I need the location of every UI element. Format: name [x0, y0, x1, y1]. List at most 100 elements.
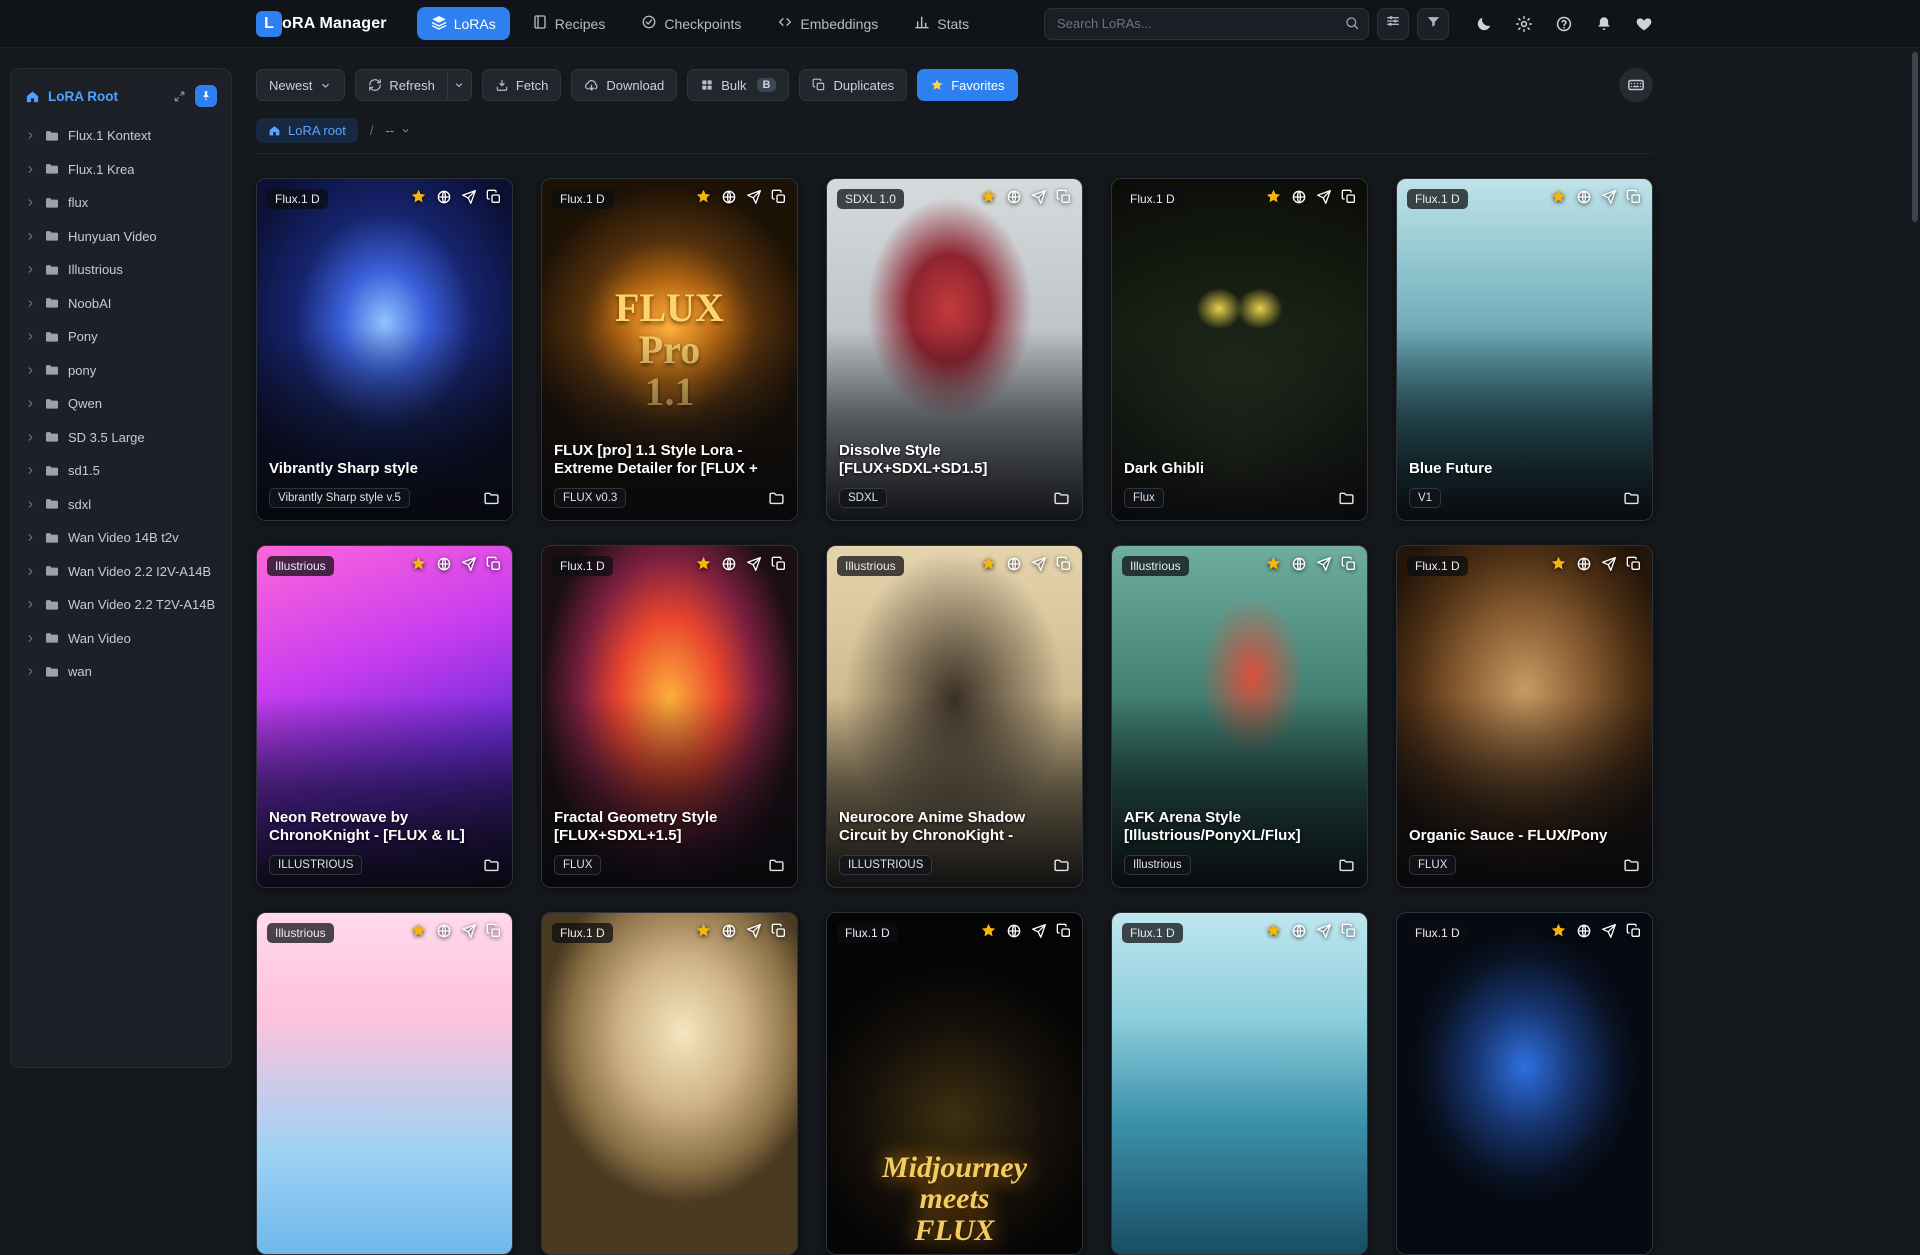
copy-icon[interactable]	[486, 189, 502, 205]
favorite-star-icon[interactable]	[695, 188, 712, 205]
sidebar-folder-item[interactable]: wan	[19, 655, 223, 689]
lora-card[interactable]: FLUX Pro 1.1 Flux.1 D FLUX [pro] 1.1 Sty…	[541, 178, 798, 521]
nav-item-checkpoints[interactable]: Checkpoints	[627, 7, 755, 40]
help-button[interactable]	[1555, 15, 1573, 33]
copy-icon[interactable]	[486, 923, 502, 939]
nav-item-embeddings[interactable]: Embeddings	[763, 7, 892, 40]
sidebar-folder-item[interactable]: Wan Video	[19, 622, 223, 656]
tag-chip[interactable]: Illustrious	[1124, 855, 1191, 875]
globe-icon[interactable]	[1006, 923, 1022, 939]
keyboard-shortcuts-button[interactable]	[1619, 68, 1653, 102]
lora-card[interactable]: Flux.1 D	[1111, 912, 1368, 1255]
favorite-star-icon[interactable]	[410, 555, 427, 572]
breadcrumb-current[interactable]: --	[385, 123, 411, 138]
copy-icon[interactable]	[1056, 556, 1072, 572]
globe-icon[interactable]	[1291, 556, 1307, 572]
expand-tree-button[interactable]	[173, 90, 186, 103]
send-icon[interactable]	[1031, 556, 1047, 572]
lora-card[interactable]: Flux.1 D Vibrantly Sharp style Vibrantly…	[256, 178, 513, 521]
refresh-dropdown-button[interactable]	[447, 69, 472, 101]
tag-chip[interactable]: Vibrantly Sharp style v.5	[269, 488, 410, 508]
globe-icon[interactable]	[1006, 189, 1022, 205]
sidebar-folder-item[interactable]: Wan Video 2.2 T2V-A14B	[19, 588, 223, 622]
globe-icon[interactable]	[1006, 556, 1022, 572]
globe-icon[interactable]	[721, 556, 737, 572]
lora-card[interactable]: SDXL 1.0 Dissolve Style [FLUX+SDXL+SD1.5…	[826, 178, 1083, 521]
send-icon[interactable]	[746, 556, 762, 572]
sort-select[interactable]: Newest	[256, 69, 346, 101]
sidebar-folder-item[interactable]: Qwen	[19, 387, 223, 421]
lora-card[interactable]: Flux.1 D Organic Sauce - FLUX/Pony FLUX	[1396, 545, 1653, 888]
copy-icon[interactable]	[1341, 556, 1357, 572]
send-icon[interactable]	[461, 189, 477, 205]
copy-icon[interactable]	[771, 189, 787, 205]
scrollbar-thumb[interactable]	[1912, 52, 1918, 222]
sidebar-folder-item[interactable]: SD 3.5 Large	[19, 421, 223, 455]
folder-open-icon[interactable]	[1053, 490, 1070, 507]
filter-button[interactable]	[1417, 7, 1449, 40]
copy-icon[interactable]	[771, 556, 787, 572]
fetch-button[interactable]: Fetch	[481, 69, 562, 101]
favorite-star-icon[interactable]	[695, 555, 712, 572]
sidebar-folder-item[interactable]: Hunyuan Video	[19, 220, 223, 254]
send-icon[interactable]	[1031, 189, 1047, 205]
tag-chip[interactable]: FLUX	[554, 855, 602, 875]
sidebar-folder-item[interactable]: Flux.1 Kontext	[19, 119, 223, 153]
settings-button[interactable]	[1515, 15, 1533, 33]
lora-card[interactable]: Flux.1 D Dark Ghibli Flux	[1111, 178, 1368, 521]
copy-icon[interactable]	[771, 923, 787, 939]
favorite-star-icon[interactable]	[1550, 922, 1567, 939]
folder-open-icon[interactable]	[1623, 857, 1640, 874]
favorite-star-icon[interactable]	[980, 188, 997, 205]
folder-open-icon[interactable]	[483, 490, 500, 507]
send-icon[interactable]	[1316, 923, 1332, 939]
folder-open-icon[interactable]	[768, 857, 785, 874]
refresh-button[interactable]: Refresh	[355, 69, 448, 101]
sidebar-folder-item[interactable]: flux	[19, 186, 223, 220]
favorites-filter-button[interactable]: Favorites	[917, 69, 1018, 101]
sidebar-folder-item[interactable]: sd1.5	[19, 454, 223, 488]
favorite-star-icon[interactable]	[980, 922, 997, 939]
tag-chip[interactable]: V1	[1409, 488, 1442, 508]
lora-card[interactable]: Flux.1 D Fractal Geometry Style [FLUX+SD…	[541, 545, 798, 888]
favorite-star-icon[interactable]	[1265, 555, 1282, 572]
nav-item-loras[interactable]: LoRAs	[416, 7, 510, 40]
sidebar-folder-item[interactable]: Wan Video 14B t2v	[19, 521, 223, 555]
favorite-star-icon[interactable]	[1550, 188, 1567, 205]
tag-chip[interactable]: FLUX v0.3	[554, 488, 627, 508]
bulk-button[interactable]: Bulk B	[687, 69, 790, 101]
send-icon[interactable]	[746, 189, 762, 205]
notifications-button[interactable]	[1595, 15, 1613, 33]
copy-icon[interactable]	[1341, 923, 1357, 939]
lora-card[interactable]: Illustrious Neurocore Anime Shadow Circu…	[826, 545, 1083, 888]
breadcrumb-root[interactable]: LoRA root	[256, 118, 358, 143]
globe-icon[interactable]	[436, 189, 452, 205]
nav-item-stats[interactable]: Stats	[900, 7, 983, 40]
lora-card[interactable]: Flux.1 D	[541, 912, 798, 1255]
send-icon[interactable]	[746, 923, 762, 939]
theme-toggle-button[interactable]	[1475, 15, 1493, 33]
globe-icon[interactable]	[436, 923, 452, 939]
tag-chip[interactable]: Flux	[1124, 488, 1164, 508]
folder-open-icon[interactable]	[483, 857, 500, 874]
copy-icon[interactable]	[1056, 189, 1072, 205]
sidebar-folder-item[interactable]: sdxl	[19, 488, 223, 522]
search-input[interactable]	[1044, 7, 1369, 40]
send-icon[interactable]	[1031, 923, 1047, 939]
globe-icon[interactable]	[721, 923, 737, 939]
tag-chip[interactable]: ILLUSTRIOUS	[839, 855, 933, 875]
sidebar-folder-item[interactable]: Flux.1 Krea	[19, 153, 223, 187]
sidebar-folder-item[interactable]: Illustrious	[19, 253, 223, 287]
lora-card[interactable]: Flux.1 D Blue Future V1	[1396, 178, 1653, 521]
send-icon[interactable]	[1316, 189, 1332, 205]
nav-item-recipes[interactable]: Recipes	[518, 7, 620, 40]
favorite-star-icon[interactable]	[410, 922, 427, 939]
send-icon[interactable]	[1601, 189, 1617, 205]
lora-card[interactable]: Flux.1 D	[1396, 912, 1653, 1255]
search-options-button[interactable]	[1377, 7, 1409, 40]
folder-open-icon[interactable]	[1338, 490, 1355, 507]
copy-icon[interactable]	[1341, 189, 1357, 205]
favorite-star-icon[interactable]	[1550, 555, 1567, 572]
copy-icon[interactable]	[1056, 923, 1072, 939]
pin-button[interactable]	[195, 85, 217, 107]
